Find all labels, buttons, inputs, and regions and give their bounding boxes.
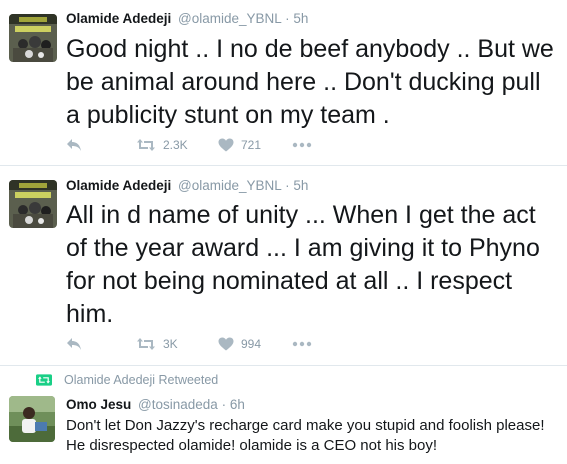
user-handle[interactable]: @olamide_YBNL [178, 178, 281, 193]
timestamp[interactable]: 5h [293, 178, 308, 193]
avatar[interactable] [9, 180, 57, 228]
reply-button[interactable] [66, 138, 136, 152]
retweeted-by-note[interactable]: Olamide Adedeji Retweeted [36, 373, 218, 387]
retweet-count: 3K [163, 337, 178, 351]
more-dots-icon [292, 341, 312, 347]
tweet-actions: 2.3K 721 [66, 135, 312, 155]
heart-icon [218, 337, 234, 351]
more-dots-icon [292, 142, 312, 148]
avatar[interactable] [9, 396, 55, 442]
user-handle[interactable]: @tosinadeda [138, 397, 218, 412]
heart-icon [218, 138, 234, 152]
separator-dot: · [221, 397, 227, 412]
separator-dot: · [285, 178, 290, 193]
retweet-count: 2.3K [163, 138, 188, 152]
timestamp[interactable]: 5h [293, 11, 308, 26]
like-button[interactable]: 721 [218, 138, 292, 152]
display-name[interactable]: Olamide Adedeji [66, 178, 171, 193]
retweet-button[interactable]: 3K [136, 337, 218, 351]
tweet-1[interactable]: Olamide Adedeji @olamide_YBNL · 5h Good … [0, 0, 567, 166]
tweet-3-retweeted[interactable]: Olamide Adedeji Retweeted Omo Jesu @tosi… [0, 366, 567, 464]
tweet-text: Good night .. I no de beef anybody .. Bu… [66, 35, 554, 129]
avatar[interactable] [9, 14, 57, 62]
tweet-actions: 3K 994 [66, 334, 312, 354]
like-button[interactable]: 994 [218, 337, 292, 351]
user-handle[interactable]: @olamide_YBNL [178, 11, 281, 26]
retweet-icon [137, 139, 155, 151]
reply-icon [67, 338, 81, 350]
tweet-text: All in d name of unity ... When I get th… [66, 201, 540, 328]
reply-button[interactable] [66, 337, 136, 351]
tweet-header: Olamide Adedeji @olamide_YBNL · 5h [66, 11, 308, 26]
tweet-header: Olamide Adedeji @olamide_YBNL · 5h [66, 178, 308, 193]
reply-icon [67, 139, 81, 151]
tweet-2[interactable]: Olamide Adedeji @olamide_YBNL · 5h All i… [0, 166, 567, 366]
retweet-icon [36, 374, 52, 386]
timestamp[interactable]: 6h [230, 397, 245, 412]
more-button[interactable] [292, 341, 312, 347]
tweet-text: Don't let Don Jazzy's recharge card make… [66, 417, 545, 454]
separator-dot: · [285, 11, 290, 26]
like-count: 994 [241, 337, 262, 351]
like-count: 721 [241, 138, 262, 152]
display-name[interactable]: Olamide Adedeji [66, 11, 171, 26]
display-name[interactable]: Omo Jesu [66, 397, 131, 412]
retweeted-by-text: Olamide Adedeji Retweeted [64, 373, 219, 387]
retweet-icon [137, 338, 155, 350]
more-button[interactable] [292, 142, 312, 148]
tweet-header: Omo Jesu @tosinadeda · 6h [66, 397, 245, 412]
retweet-button[interactable]: 2.3K [136, 138, 218, 152]
